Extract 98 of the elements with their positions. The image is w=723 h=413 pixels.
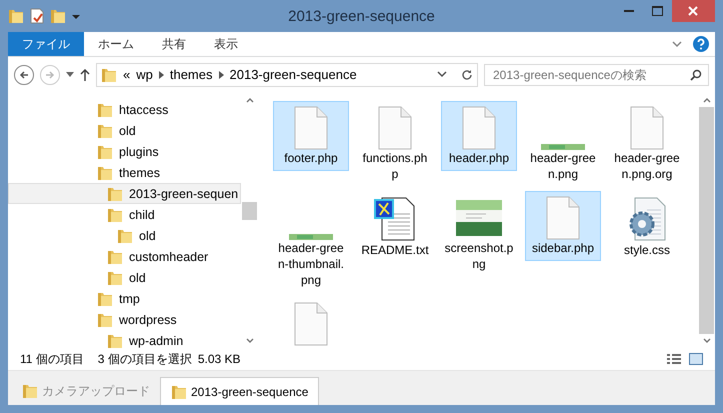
file-name: header.php [448, 150, 510, 166]
folder-icon [22, 383, 38, 399]
folder-icon [107, 270, 123, 286]
chevron-right-icon [158, 71, 164, 79]
blank-file-icon [294, 106, 328, 150]
tree-item[interactable]: tmp [8, 288, 241, 309]
file-item[interactable]: footer.php [273, 101, 349, 171]
file-name: README.txt [360, 242, 430, 258]
ribbon-tab[interactable]: 表示 [200, 32, 252, 56]
blank-file-icon [546, 196, 580, 240]
scroll-up-icon[interactable] [246, 98, 254, 103]
back-arrow-icon [19, 70, 29, 80]
tree-item[interactable]: old [8, 120, 241, 141]
file-item[interactable]: screenshot.png [441, 191, 517, 277]
folder-icon [97, 122, 113, 138]
chevron-right-icon [218, 71, 224, 79]
folder-icon [107, 332, 123, 348]
blank-file-icon [630, 106, 664, 150]
scroll-down-icon[interactable] [702, 338, 710, 343]
folder-icon [117, 228, 133, 244]
details-view-icon[interactable] [667, 353, 681, 365]
ribbon-tab[interactable]: 共有 [148, 32, 200, 56]
folder-icon [107, 206, 123, 222]
file-item[interactable]: header.php [441, 101, 517, 171]
tree-item[interactable]: plugins [8, 141, 241, 162]
large-icons-view-icon[interactable] [689, 353, 703, 365]
tree-item[interactable]: customheader [8, 246, 241, 267]
tree-item[interactable]: htaccess [8, 99, 241, 120]
file-name: screenshot.png [444, 240, 514, 272]
minimize-icon [624, 10, 634, 12]
scroll-down-icon[interactable] [246, 338, 254, 343]
file-name: header-green.png [529, 150, 597, 182]
scrollbar-thumb[interactable] [242, 202, 257, 220]
text-document-icon [374, 196, 416, 242]
folder-icon [171, 384, 187, 400]
folder-icon [97, 312, 113, 328]
gear-document-icon [627, 196, 667, 242]
file-item[interactable]: sidebar.php [525, 191, 601, 261]
blank-file-icon [378, 106, 412, 150]
file-item[interactable]: header-green.png.org [609, 101, 685, 187]
file-name: functions.php [362, 150, 428, 182]
folder-icon [97, 144, 113, 160]
window-title: 2013-green-sequence [287, 8, 436, 24]
file-name: footer.php [283, 150, 339, 166]
scrollbar-thumb[interactable] [699, 107, 714, 334]
up-arrow-icon[interactable] [80, 69, 90, 81]
address-bar[interactable]: « wp themes 2013-green-sequence [96, 63, 478, 87]
blank-file-icon [294, 302, 328, 346]
properties-icon[interactable] [30, 8, 44, 24]
folder-icon [50, 8, 66, 24]
file-name: style.css [622, 242, 671, 258]
scroll-up-icon[interactable] [702, 98, 710, 103]
search-icon [690, 69, 702, 81]
folder-icon [107, 248, 123, 264]
breadcrumb[interactable]: 2013-green-sequence [230, 67, 357, 83]
tree-item[interactable]: 2013-green-sequen [8, 183, 241, 204]
tree-item[interactable]: child [8, 204, 241, 225]
help-icon[interactable] [693, 36, 709, 52]
search-field[interactable]: 2013-green-sequenceの検索 [484, 64, 709, 86]
file-name: header-green-thumbnail.png [276, 240, 346, 288]
selection-count: 3 個の項目を選択 [98, 351, 192, 367]
file-item[interactable]: style.css [609, 191, 685, 263]
file-item[interactable]: functions.php [357, 101, 433, 187]
folder-icon [101, 67, 117, 83]
breadcrumb[interactable]: themes [170, 67, 212, 83]
image-thumbnail-icon [541, 144, 585, 150]
file-item[interactable]: header-green.png [525, 101, 601, 187]
dropdown-icon[interactable] [72, 12, 80, 20]
window-tab[interactable]: 2013-green-sequence [160, 377, 320, 405]
folder-icon [107, 186, 123, 202]
folder-icon [97, 164, 113, 180]
file-item[interactable]: README.txt [357, 191, 433, 263]
blank-file-icon [462, 106, 496, 150]
tree-item[interactable]: old [8, 267, 241, 288]
selection-size: 5.03 KB [198, 351, 241, 367]
tree-item[interactable]: old [8, 225, 241, 246]
file-name: header-green.png.org [613, 150, 681, 182]
maximize-icon [652, 6, 663, 16]
tree-item[interactable]: themes [8, 162, 241, 183]
folder-icon [8, 8, 24, 24]
folder-icon [97, 102, 113, 118]
forward-arrow-icon [45, 70, 55, 80]
image-thumbnail-icon [289, 234, 333, 240]
ribbon-tab[interactable]: ホーム [84, 32, 148, 56]
back-button[interactable] [14, 65, 34, 85]
tree-item[interactable]: wp-admin [8, 330, 241, 348]
refresh-icon[interactable] [461, 69, 473, 81]
overflow-chevron[interactable]: « [123, 67, 130, 83]
file-name: sidebar.php [530, 240, 596, 256]
close-icon [688, 6, 698, 16]
tree-item[interactable]: wordpress [8, 309, 241, 330]
item-count: 11 個の項目 [20, 351, 84, 367]
folder-icon [97, 290, 113, 306]
close-button[interactable] [672, 0, 715, 22]
breadcrumb[interactable]: wp [136, 67, 153, 83]
dropdown-icon[interactable] [66, 72, 74, 78]
chevron-down-icon[interactable] [437, 71, 447, 79]
file-item[interactable]: header-green-thumbnail.png [273, 191, 349, 293]
